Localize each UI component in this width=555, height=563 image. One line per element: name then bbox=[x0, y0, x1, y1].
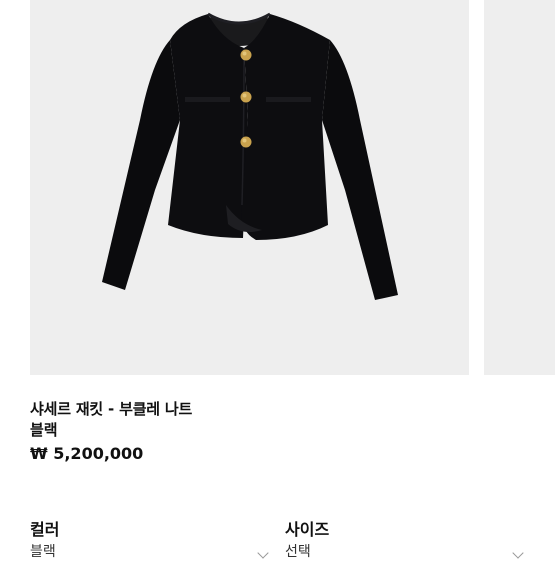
product-options: 컬러 블랙 사이즈 선택 bbox=[30, 519, 555, 560]
product-price: ₩ 5,200,000 bbox=[30, 444, 144, 463]
color-selector[interactable]: 컬러 블랙 bbox=[30, 519, 270, 563]
jacket-image bbox=[102, 12, 398, 300]
size-label: 사이즈 bbox=[285, 520, 330, 539]
product-info: 샤세르 재킷 - 부클레 나트 블랙 ₩ 5,200,000 bbox=[30, 398, 530, 466]
color-value: 블랙 bbox=[30, 544, 56, 560]
product-image-main[interactable] bbox=[30, 0, 469, 375]
color-label: 컬러 bbox=[30, 520, 60, 539]
product-image-carousel[interactable] bbox=[0, 0, 555, 375]
size-value: 선택 bbox=[285, 544, 311, 560]
product-color: 블랙 bbox=[30, 421, 58, 439]
size-selector[interactable]: 사이즈 선택 bbox=[285, 519, 525, 563]
product-image-next[interactable] bbox=[484, 0, 555, 375]
product-name: 샤세르 재킷 - 부클레 나트 bbox=[30, 400, 193, 418]
